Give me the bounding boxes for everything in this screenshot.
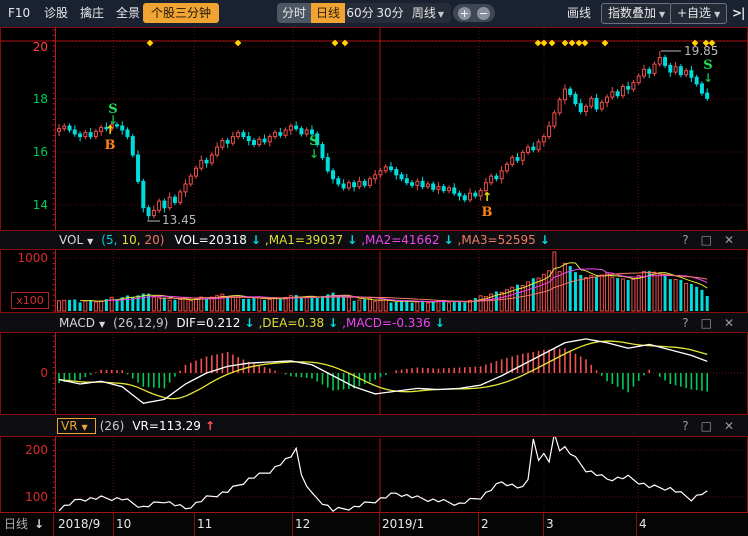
axis-divider — [194, 513, 195, 536]
close-icon[interactable]: ✕ — [724, 419, 734, 433]
zoom-in-button[interactable]: + — [458, 7, 471, 20]
down-arrow-icon: ↓ — [328, 316, 338, 330]
chevron-down-icon: ▼ — [99, 320, 105, 329]
axis-divider — [113, 513, 114, 536]
vol-value: VOL=20318 — [174, 233, 246, 247]
maximize-icon[interactable]: □ — [701, 233, 712, 247]
svg-text:19.85: 19.85 — [684, 44, 718, 58]
left-tab-擒庄[interactable]: 擒庄 — [80, 0, 104, 27]
vr-panel-header: VR▼ (26) VR=113.29↑ ? □ ✕ — [0, 414, 748, 437]
time-tick-12: 12 — [295, 513, 310, 536]
down-arrow-icon: ↓ — [244, 316, 254, 330]
vr-chart[interactable] — [0, 437, 748, 512]
macd-dea: ,DEA=0.38 — [258, 316, 324, 330]
period-indicator[interactable]: 日线 — [4, 513, 28, 536]
svg-text:13.45: 13.45 — [162, 213, 196, 227]
vol-axis-label: 1000 — [2, 251, 48, 265]
price-tick-20: 20 — [2, 40, 48, 54]
price-tick-14: 14 — [2, 198, 48, 212]
period-button-周线[interactable]: 周线▼ — [405, 3, 451, 23]
add-watchlist-button[interactable]: +自选▼ — [670, 3, 727, 24]
macd-indicator-selector[interactable]: MACD▼ — [59, 316, 109, 330]
macd-value: ,MACD=-0.336 — [342, 316, 431, 330]
vol-unit-label: x100 — [11, 292, 49, 309]
down-arrow-icon: ↓ — [443, 233, 453, 247]
zoom-out-button[interactable]: − — [477, 7, 490, 20]
toolbar: F10 诊股擒庄全景 个股三分钟 分时日线60分30分周线▼ + − 画线 指数叠… — [0, 0, 748, 27]
collapse-panel-icon[interactable]: >| — [732, 0, 744, 27]
down-arrow-icon: ↓ — [347, 233, 357, 247]
left-tab-F10[interactable]: F10 — [8, 0, 30, 27]
macd-axis-label: 0 — [2, 366, 48, 380]
index-overlay-button[interactable]: 指数叠加▼ — [601, 3, 672, 24]
time-tick-11: 11 — [197, 513, 212, 536]
axis-divider — [543, 513, 544, 536]
left-tab-全景[interactable]: 全景 — [116, 0, 140, 27]
vol-ma3: ,MA3=52595 — [458, 233, 536, 247]
stock-app-window: F10诊股擒庄全景 个股三分钟 分时日线60分30分周线▼ + − 画线 指数叠… — [0, 0, 748, 536]
draw-line-button[interactable]: 画线 — [567, 0, 591, 27]
period-button-分时[interactable]: 分时 — [277, 3, 311, 23]
axis-divider — [292, 513, 293, 536]
svg-text:↓: ↓ — [309, 147, 319, 161]
down-arrow-icon: ↓ — [435, 316, 445, 330]
vol-ma2: ,MA2=41662 — [361, 233, 439, 247]
macd-dif: DIF=0.212 — [176, 316, 240, 330]
svg-text:↓: ↓ — [703, 71, 713, 85]
axis-divider — [379, 513, 380, 536]
svg-text:S: S — [703, 58, 712, 73]
macd-panel-header: MACD▼ (26,12,9) DIF=0.212↓ ,DEA=0.38↓ ,M… — [0, 312, 748, 333]
left-tab-诊股[interactable]: 诊股 — [44, 0, 68, 27]
vol-panel-header: VOL▼ (5,10,20) VOL=20318↓ ,MA1=39037↓ ,M… — [0, 230, 748, 250]
zoom-pill: + − — [453, 4, 495, 22]
time-tick-4: 4 — [639, 513, 647, 536]
axis-divider — [636, 513, 637, 536]
close-icon[interactable]: ✕ — [724, 233, 734, 247]
price-tick-18: 18 — [2, 92, 48, 106]
chevron-down-icon: ▼ — [87, 237, 93, 246]
time-tick-2018/9: 2018/9 — [58, 513, 100, 536]
period-button-60分[interactable]: 60分 — [345, 3, 375, 23]
time-axis: 日线 ↓ 2018/9 10 11 12 2019/1 2 3 4 — [0, 512, 748, 536]
maximize-icon[interactable]: □ — [701, 316, 712, 330]
volume-chart[interactable] — [0, 250, 748, 312]
time-tick-10: 10 — [116, 513, 131, 536]
vol-indicator-selector[interactable]: VOL▼ — [59, 233, 97, 247]
vr-value: VR=113.29 — [132, 419, 201, 433]
period-button-30分[interactable]: 30分 — [375, 3, 405, 23]
help-icon[interactable]: ? — [682, 419, 688, 433]
chevron-down-icon: ▼ — [82, 423, 88, 432]
down-arrow-icon: ↓ — [540, 233, 550, 247]
up-arrow-icon: ↑ — [205, 419, 215, 433]
time-tick-2: 2 — [481, 513, 489, 536]
feature-tab-stock-3min[interactable]: 个股三分钟 — [143, 3, 219, 23]
svg-text:↑: ↑ — [105, 123, 115, 137]
period-button-日线[interactable]: 日线 — [311, 3, 345, 23]
period-button-group: 分时日线60分30分周线▼ — [277, 3, 451, 23]
price-tick-16: 16 — [2, 145, 48, 159]
time-tick-2019/1: 2019/1 — [382, 513, 424, 536]
down-arrow-icon: ↓ — [251, 233, 261, 247]
macd-chart[interactable] — [0, 333, 748, 414]
vr-tick-100: 100 — [2, 490, 48, 504]
close-icon[interactable]: ✕ — [724, 316, 734, 330]
down-arrow-icon: ↓ — [34, 513, 44, 536]
time-tick-3: 3 — [546, 513, 554, 536]
vr-tick-200: 200 — [2, 443, 48, 457]
svg-text:↑: ↑ — [482, 190, 492, 204]
main-price-chart[interactable]: ↓S↑B↓S↑B↓S13.4519.85 — [0, 27, 748, 230]
svg-text:B: B — [105, 138, 116, 153]
axis-divider — [478, 513, 479, 536]
chevron-down-icon: ▼ — [714, 10, 720, 19]
chevron-down-icon: ▼ — [659, 10, 665, 19]
help-icon[interactable]: ? — [682, 316, 688, 330]
svg-text:S: S — [108, 102, 117, 117]
vol-ma1: ,MA1=39037 — [265, 233, 343, 247]
vr-indicator-selector[interactable]: VR▼ — [57, 418, 96, 434]
maximize-icon[interactable]: □ — [701, 419, 712, 433]
svg-text:S: S — [309, 134, 318, 149]
help-icon[interactable]: ? — [682, 233, 688, 247]
svg-text:B: B — [482, 205, 493, 220]
axis-divider — [53, 513, 54, 536]
